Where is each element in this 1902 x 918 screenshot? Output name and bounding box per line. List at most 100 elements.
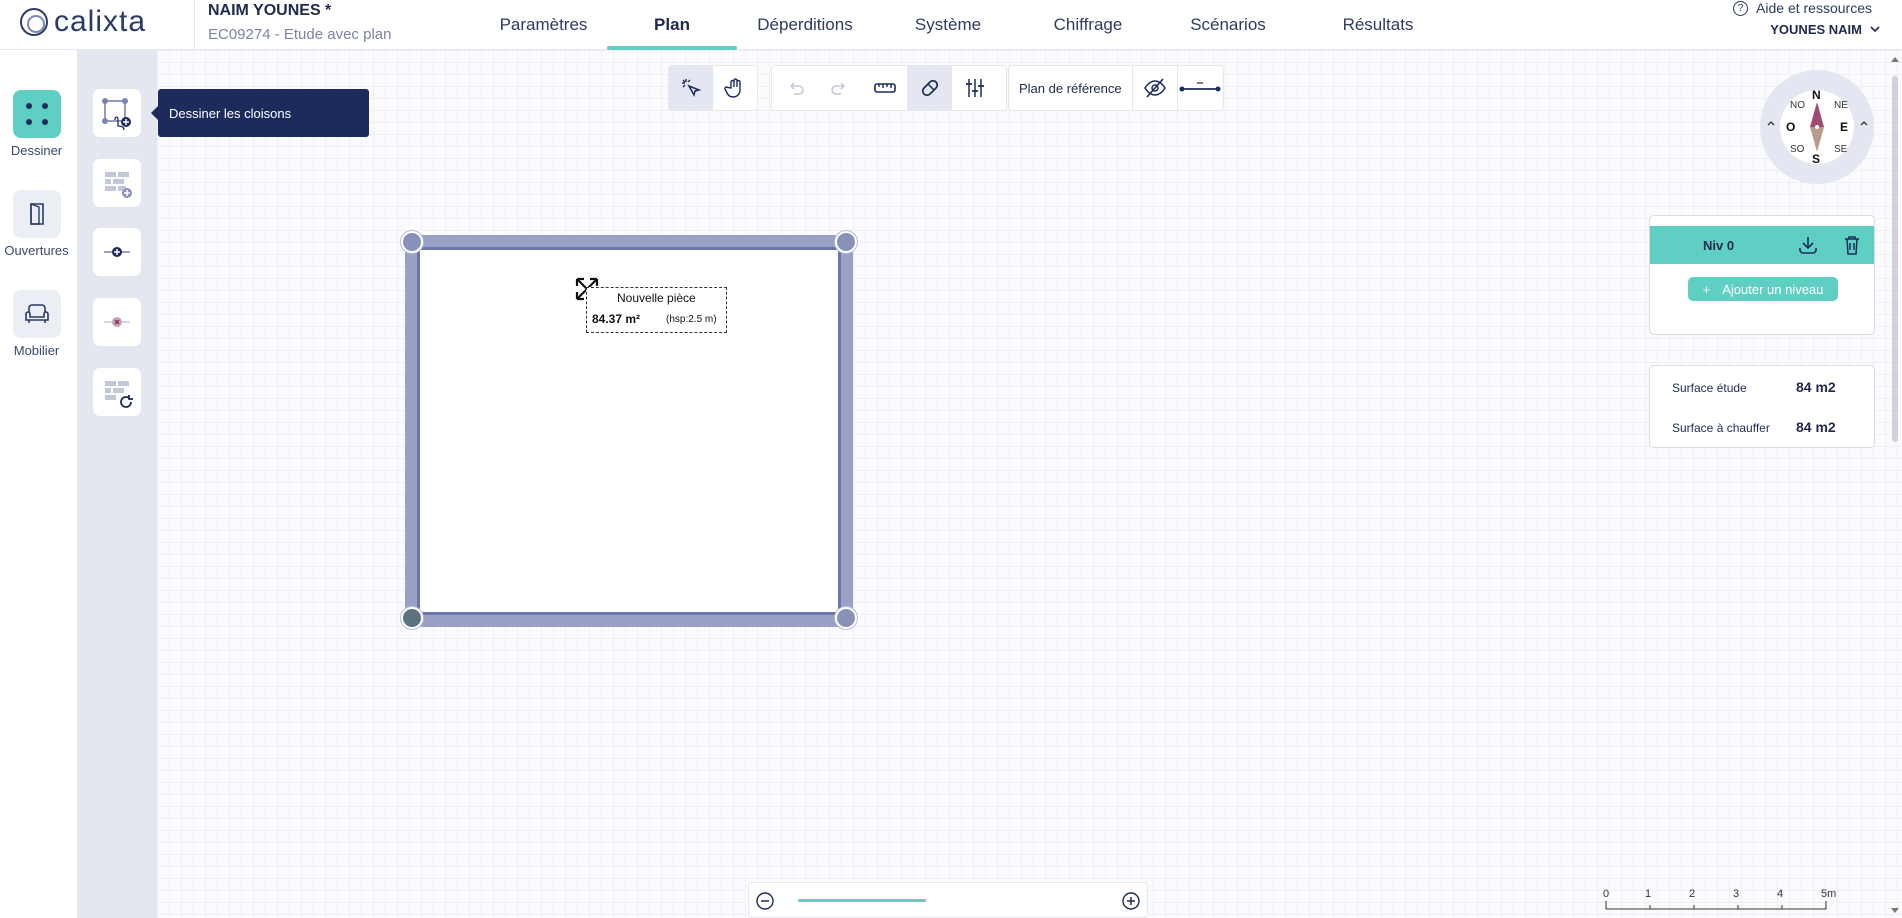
measure-button[interactable] (862, 66, 907, 110)
reference-plan-button[interactable]: Plan de référence (1009, 66, 1133, 110)
level-name: Niv 0 (1703, 237, 1735, 253)
toggle-visibility-button[interactable] (1133, 66, 1178, 110)
tab-deperditions[interactable]: Déperditions (737, 0, 873, 50)
category-dessiner-label: Dessiner (10, 143, 63, 158)
surface-etude-value: 84 m2 (1796, 379, 1836, 395)
rotate-left-chevron-icon[interactable] (1767, 119, 1775, 127)
zoom-out-icon[interactable] (755, 891, 775, 911)
tab-parametres[interactable]: Paramètres (480, 0, 607, 50)
rotate-right-chevron-icon[interactable] (1860, 119, 1868, 127)
rotate-wall-icon (105, 381, 133, 408)
sofa-icon (24, 304, 49, 323)
select-cursor-icon (682, 79, 702, 98)
scale-label: 3 (1733, 888, 1740, 900)
calixta-logo[interactable]: calixta (20, 7, 146, 37)
vertical-scrollbar[interactable] (1888, 52, 1902, 918)
header-divider (194, 0, 195, 50)
chevron-down-icon (1870, 26, 1880, 33)
redo-button[interactable] (817, 66, 862, 110)
compass[interactable]: N S O E NO NE SO SE (1760, 70, 1874, 184)
tab-resultats[interactable]: Résultats (1303, 0, 1453, 50)
main-nav: Paramètres Plan Déperditions Système Chi… (480, 0, 1453, 50)
category-dessiner-box (12, 90, 61, 138)
compass-ne: NE (1834, 100, 1848, 111)
app-header: calixta NAIM YOUNES * EC09274 - Etude av… (0, 0, 1902, 50)
pan-tool-button[interactable] (713, 66, 757, 110)
surfaces-panel: Surface étude 84 m2 Surface à chauffer 8… (1649, 365, 1875, 448)
compass-no: NO (1790, 100, 1805, 111)
add-node-button[interactable] (93, 228, 141, 276)
magnet-button[interactable] (907, 66, 952, 110)
compass-e: E (1840, 120, 1849, 134)
room-label[interactable]: Nouvelle pièce 84.37 m² (hsp:2.5 m) (586, 287, 727, 333)
help-link[interactable]: ? Aide et ressources (1733, 0, 1872, 16)
user-name: YOUNES NAIM (1770, 22, 1862, 37)
tab-plan[interactable]: Plan (607, 0, 737, 50)
zoom-slider[interactable] (798, 899, 926, 902)
category-ouvertures-label: Ouvertures (4, 243, 69, 258)
compass-needle-icon (1810, 102, 1824, 152)
calibrate-button[interactable] (1178, 66, 1223, 110)
sliders-icon (965, 79, 984, 97)
project-subtitle: EC09274 - Etude avec plan (208, 26, 392, 43)
scale-label: 4 (1777, 888, 1784, 900)
scale-bar: 0 1 2 3 4 5m (1600, 888, 1836, 912)
add-level-label: Ajouter un niveau (1722, 281, 1824, 297)
surface-chauffer-value: 84 m2 (1796, 419, 1836, 435)
category-ouvertures-box (12, 190, 61, 238)
tab-scenarios[interactable]: Scénarios (1153, 0, 1303, 50)
reference-plan-tools: Plan de référence (1008, 65, 1224, 111)
project-title: NAIM YOUNES * (208, 2, 332, 19)
cursor-tools (668, 65, 758, 111)
door-icon (29, 202, 44, 225)
scale-label: 0 (1603, 888, 1610, 900)
scale-ruler (1605, 901, 1827, 910)
room-node-top-right[interactable] (835, 231, 857, 253)
category-mobilier[interactable]: Mobilier (4, 290, 69, 358)
plus-icon: + (1702, 281, 1711, 297)
add-level-button[interactable]: + Ajouter un niveau (1688, 277, 1838, 301)
room-area: 84.37 m² (592, 312, 641, 326)
remove-node-icon (104, 317, 130, 327)
undo-icon (789, 82, 804, 95)
scrollbar-thumb[interactable] (1892, 76, 1898, 442)
magnet-icon (921, 79, 938, 97)
room-node-top-left[interactable] (401, 231, 423, 253)
category-dessiner[interactable]: Dessiner (4, 90, 69, 158)
category-ouvertures[interactable]: Ouvertures (4, 190, 69, 258)
scale-label: 1 (1645, 888, 1652, 900)
trash-icon[interactable] (1842, 234, 1862, 256)
room-node-bottom-right[interactable] (835, 607, 857, 629)
room-hsp: (hsp:2.5 m) (666, 314, 717, 325)
undo-button[interactable] (772, 66, 817, 110)
tab-chiffrage[interactable]: Chiffrage (1023, 0, 1153, 50)
select-tool-button[interactable] (669, 66, 713, 110)
scale-line-icon (1179, 82, 1221, 92)
draw-partitions-button[interactable] (93, 89, 141, 137)
surface-chauffer-label: Surface à chauffer (1672, 421, 1770, 435)
ruler-icon (873, 83, 896, 93)
redo-icon (830, 82, 845, 95)
level-row-active[interactable]: Niv 0 (1650, 226, 1874, 264)
settings-sliders-button[interactable] (952, 66, 997, 110)
scroll-up-icon[interactable] (1891, 56, 1899, 62)
scroll-down-icon[interactable] (1891, 908, 1899, 914)
download-icon[interactable] (1797, 234, 1819, 256)
zoom-in-icon[interactable] (1121, 891, 1141, 911)
category-rail: Dessiner Ouvertures Mobilier (0, 50, 77, 918)
room-node-bottom-left[interactable] (401, 607, 423, 629)
compass-s: S (1812, 152, 1821, 166)
user-menu[interactable]: YOUNES NAIM (1770, 22, 1880, 37)
add-wall-button[interactable] (93, 159, 141, 207)
tab-systeme[interactable]: Système (873, 0, 1023, 50)
compass-o: O (1786, 120, 1796, 134)
rotate-wall-button[interactable] (93, 368, 141, 416)
add-node-icon (104, 247, 130, 257)
remove-node-button[interactable] (93, 298, 141, 346)
draw-nodes-icon (25, 103, 48, 125)
surface-etude-label: Surface étude (1672, 381, 1747, 395)
add-wall-icon (105, 172, 132, 198)
room-name: Nouvelle pièce (617, 291, 696, 305)
question-icon: ? (1733, 0, 1749, 16)
levels-panel: Niv 0 + Ajouter un niveau (1649, 215, 1875, 335)
